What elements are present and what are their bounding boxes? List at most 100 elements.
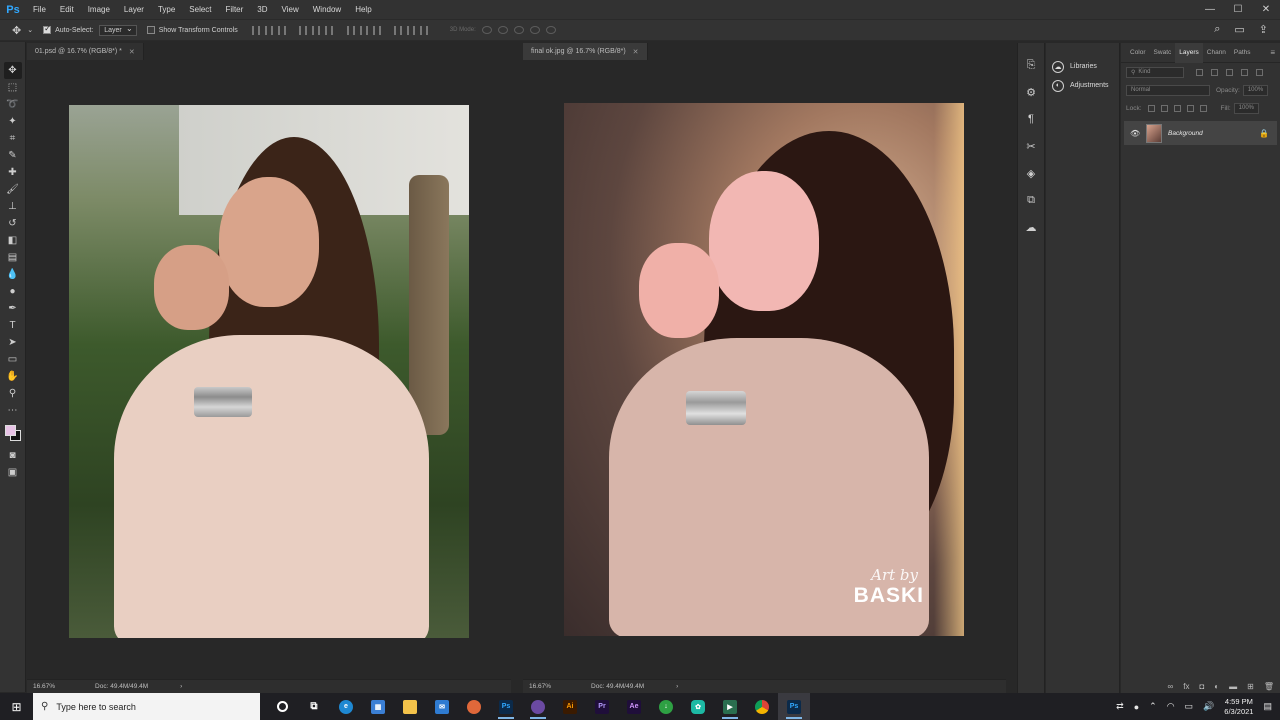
zoom-level[interactable]: 16.67% [529, 683, 551, 690]
history-brush-tool-icon[interactable]: ↺ [4, 215, 22, 232]
wifi-icon[interactable]: ◠ [1167, 701, 1175, 712]
filter-shape-icon[interactable] [1241, 68, 1248, 76]
zoom-level[interactable]: 16.67% [33, 683, 55, 690]
battery-icon[interactable]: ▭ [1185, 701, 1194, 712]
menu-select[interactable]: Select [182, 0, 218, 19]
volume-icon[interactable]: 🔊 [1203, 701, 1214, 712]
premiere-icon[interactable]: Pr [586, 693, 618, 720]
new-layer-icon[interactable]: ⊞ [1247, 682, 1254, 691]
distribute-vcenter-icon[interactable] [359, 25, 368, 35]
menu-filter[interactable]: Filter [219, 0, 251, 19]
layer-row-background[interactable]: 👁 Background 🔒 [1124, 121, 1277, 145]
media-player-icon[interactable]: ▶ [714, 693, 746, 720]
brush-tool-icon[interactable]: 🖌 [4, 181, 22, 198]
eraser-tool-icon[interactable]: ◧ [4, 232, 22, 249]
filter-smart-object-icon[interactable] [1256, 68, 1263, 76]
3d-roll-icon[interactable] [497, 26, 508, 34]
distribute-hcenter-icon[interactable] [406, 25, 415, 35]
menu-edit[interactable]: Edit [53, 0, 81, 19]
canvas-area-2[interactable]: Art by BASKI [523, 61, 1006, 679]
more-tools-icon[interactable]: ⋯ [4, 402, 22, 419]
close-tab-icon[interactable]: ✕ [129, 48, 135, 56]
menu-type[interactable]: Type [151, 0, 182, 19]
hand-tool-icon[interactable]: ✋ [4, 368, 22, 385]
foreground-color-swatch[interactable] [4, 425, 16, 436]
lock-transparent-icon[interactable] [1147, 104, 1155, 112]
mail-icon[interactable]: ✉ [426, 693, 458, 720]
canvas-area-1[interactable] [27, 61, 511, 679]
tab-channels[interactable]: Chann [1203, 43, 1230, 63]
auto-select-checkbox[interactable] [43, 24, 52, 34]
taskbar-clock[interactable]: 4:59 PM 6/3/2021 [1224, 697, 1253, 717]
cc-panel-icon[interactable]: ☁ [1023, 219, 1039, 235]
layer-kind-filter[interactable]: ⚲ Kind [1126, 66, 1184, 78]
healing-brush-tool-icon[interactable]: ✚ [4, 164, 22, 181]
pen-tool-icon[interactable]: ✒ [4, 300, 22, 317]
delete-layer-icon[interactable]: 🗑 [1264, 682, 1274, 691]
visibility-eye-icon[interactable]: 👁 [1130, 129, 1142, 138]
lasso-tool-icon[interactable]: ➰ [4, 96, 22, 113]
document-tab-2[interactable]: final ok.jpg @ 16.7% (RGB/8*) ✕ [523, 43, 648, 60]
crop-tool-icon[interactable]: ⌗ [4, 130, 22, 147]
history-panel-icon[interactable]: ⎘ [1023, 57, 1039, 73]
taskbar-search-box[interactable]: ⚲ Type here to search [33, 693, 260, 720]
add-mask-icon[interactable]: ◘ [1199, 682, 1204, 691]
lock-position-icon[interactable] [1173, 104, 1181, 112]
illustrator-icon[interactable]: Ai [554, 693, 586, 720]
move-tool-icon[interactable]: ✥ [3, 62, 22, 79]
menu-layer[interactable]: Layer [117, 0, 151, 19]
link-layers-icon[interactable]: ∞ [1168, 682, 1174, 691]
align-left-icon[interactable] [298, 25, 307, 35]
blend-mode-dropdown[interactable]: Normal [1126, 84, 1210, 96]
lock-icon[interactable]: 🔒 [1259, 129, 1269, 138]
filter-adjustment-icon[interactable] [1211, 68, 1218, 76]
status-arrow-icon[interactable]: › [180, 683, 182, 690]
transform-controls-option[interactable]: Show Transform Controls [146, 26, 238, 34]
path-selection-tool-icon[interactable]: ➤ [4, 334, 22, 351]
tool-preset-chevron-icon[interactable]: ⌄ [27, 26, 33, 34]
blur-tool-icon[interactable]: 💧 [4, 266, 22, 283]
distribute-left-icon[interactable] [393, 25, 402, 35]
quick-mask-icon[interactable]: ◙ [4, 447, 22, 464]
properties-panel-icon[interactable]: ⚙ [1023, 84, 1039, 100]
search-icon[interactable]: ⌕ [1214, 23, 1220, 36]
green-app-icon[interactable]: ↓ [650, 693, 682, 720]
gradient-tool-icon[interactable]: ▤ [4, 249, 22, 266]
fill-input[interactable]: 100% [1233, 102, 1260, 114]
color-swatches[interactable] [4, 425, 22, 447]
photoshop-taskbar-icon-1[interactable]: Ps [490, 693, 522, 720]
teal-app-icon[interactable]: ✿ [682, 693, 714, 720]
auto-select-option[interactable]: Auto-Select: [43, 24, 93, 34]
task-view-icon[interactable]: ⧉ [298, 693, 330, 720]
media-app-icon[interactable] [458, 693, 490, 720]
app-taskbar-icon[interactable] [522, 693, 554, 720]
tab-layers[interactable]: Layers [1175, 42, 1203, 63]
chrome-icon[interactable] [746, 693, 778, 720]
distribute-right-icon[interactable] [419, 25, 428, 35]
align-hcenter-icon[interactable] [311, 25, 320, 35]
tab-swatches[interactable]: Swatc [1150, 43, 1176, 63]
opacity-input[interactable]: 100% [1242, 84, 1269, 96]
screen-mode-icon[interactable]: ▣ [4, 464, 22, 481]
menu-help[interactable]: Help [348, 0, 378, 19]
store-icon[interactable]: ▦ [362, 693, 394, 720]
windows-start-icon[interactable]: ⊞ [0, 693, 33, 720]
paragraph-panel-icon[interactable]: ¶ [1023, 111, 1039, 127]
file-explorer-icon[interactable] [394, 693, 426, 720]
libraries-button[interactable]: ☁ Libraries [1046, 57, 1119, 76]
close-button[interactable]: ✕ [1252, 0, 1280, 19]
status-arrow-icon[interactable]: › [676, 683, 678, 690]
share-icon[interactable]: ⇪ [1259, 23, 1268, 36]
3d-orbit-icon[interactable] [481, 26, 492, 34]
lock-artboard-icon[interactable] [1186, 104, 1194, 112]
edge-icon[interactable]: e [330, 693, 362, 720]
after-effects-icon[interactable]: Ae [618, 693, 650, 720]
new-adjustment-icon[interactable]: ◐ [1214, 682, 1219, 691]
align-bottom-icon[interactable] [277, 25, 286, 35]
clone-stamp-tool-icon[interactable]: ⊥ [4, 198, 22, 215]
distribute-bottom-icon[interactable] [372, 25, 381, 35]
layer-style-icon[interactable]: fx [1183, 682, 1189, 691]
dodge-tool-icon[interactable]: ● [4, 283, 22, 300]
menu-3d[interactable]: 3D [250, 0, 274, 19]
3d-panel-icon[interactable]: ◈ [1023, 165, 1039, 181]
